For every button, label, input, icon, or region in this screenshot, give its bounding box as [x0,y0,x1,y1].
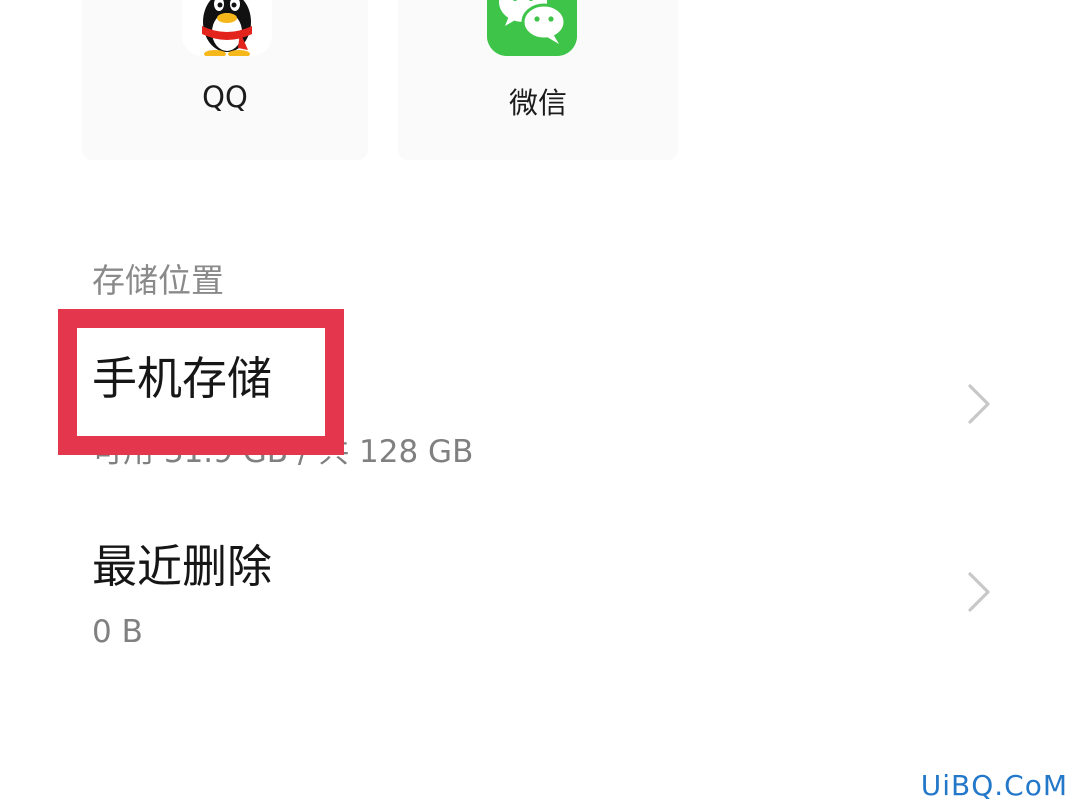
qq-penguin-icon [182,0,272,56]
recently-deleted-row[interactable]: 最近删除 0 B [0,514,1080,684]
wechat-icon [487,0,577,56]
watermark-text: UiBQ.CoM [920,769,1068,802]
storage-location-header: 存储位置 [92,261,224,300]
app-tile-qq[interactable]: QQ [82,0,368,160]
app-label-wechat: 微信 [508,86,567,120]
phone-storage-title: 手机存储 [92,352,273,405]
chevron-right-icon [968,384,990,424]
phone-storage-capacity: 可用 31.9 GB / 共 128 GB [92,434,474,470]
app-label-qq: QQ [202,80,248,114]
recently-deleted-size: 0 B [92,614,143,650]
chevron-right-icon [968,572,990,612]
app-tile-wechat[interactable]: 微信 [398,0,678,160]
recently-deleted-title: 最近删除 [92,540,273,593]
phone-storage-row[interactable]: 手机存储 可用 31.9 GB / 共 128 GB [0,326,1080,496]
